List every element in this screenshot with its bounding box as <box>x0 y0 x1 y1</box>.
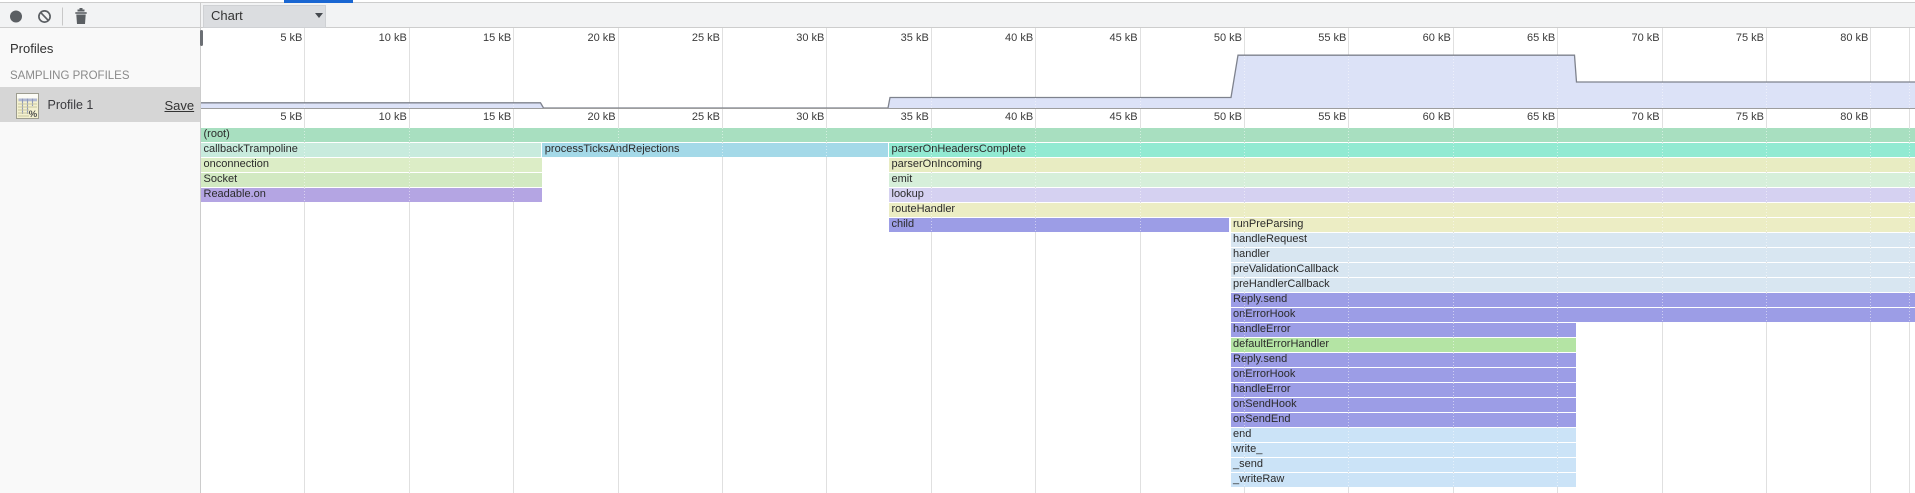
svg-text:%: % <box>29 109 38 119</box>
